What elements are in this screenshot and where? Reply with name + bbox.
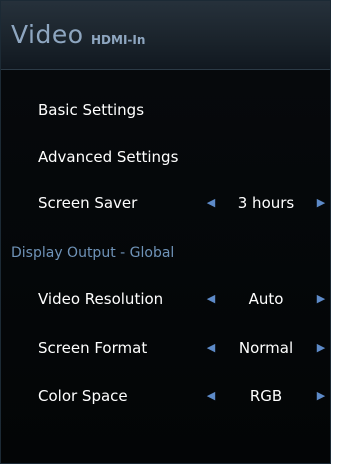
setting-value: 3 hours [237, 194, 295, 212]
setting-label: Screen Format [38, 339, 148, 357]
setting-value: RGB [249, 387, 283, 405]
arrow-left-icon[interactable]: ◀ [204, 183, 218, 223]
menu-item-label: Basic Settings [38, 101, 145, 119]
setting-screen-saver[interactable]: Screen Saver ◀ 3 hours ▶ [1, 183, 330, 223]
arrow-left-icon[interactable]: ◀ [204, 376, 218, 416]
setting-video-resolution[interactable]: Video Resolution ◀ Auto ▶ [1, 279, 330, 319]
page-subtitle: HDMI-In [91, 33, 146, 47]
menu-item-advanced-settings[interactable]: Advanced Settings [1, 137, 330, 177]
panel-header: Video HDMI-In [1, 1, 330, 70]
setting-color-space[interactable]: Color Space ◀ RGB ▶ [1, 376, 330, 416]
setting-label: Color Space [38, 387, 128, 405]
arrow-left-icon[interactable]: ◀ [204, 279, 218, 319]
setting-value: Auto [248, 290, 284, 308]
page-title: Video [11, 20, 84, 49]
arrow-right-icon[interactable]: ▶ [314, 279, 328, 319]
arrow-right-icon[interactable]: ▶ [314, 376, 328, 416]
setting-label: Screen Saver [38, 194, 138, 212]
arrow-left-icon[interactable]: ◀ [204, 328, 218, 368]
settings-list: Basic Settings Advanced Settings Screen … [1, 70, 330, 463]
section-header-display-output: Display Output - Global [1, 233, 330, 273]
menu-item-label: Advanced Settings [38, 148, 179, 166]
video-settings-panel: Video HDMI-In Basic Settings Advanced Se… [0, 0, 331, 464]
arrow-right-icon[interactable]: ▶ [314, 183, 328, 223]
section-label: Display Output - Global [11, 245, 175, 261]
setting-screen-format[interactable]: Screen Format ◀ Normal ▶ [1, 328, 330, 368]
menu-item-basic-settings[interactable]: Basic Settings [1, 90, 330, 130]
arrow-right-icon[interactable]: ▶ [314, 328, 328, 368]
setting-label: Video Resolution [38, 290, 164, 308]
setting-value: Normal [238, 339, 294, 357]
